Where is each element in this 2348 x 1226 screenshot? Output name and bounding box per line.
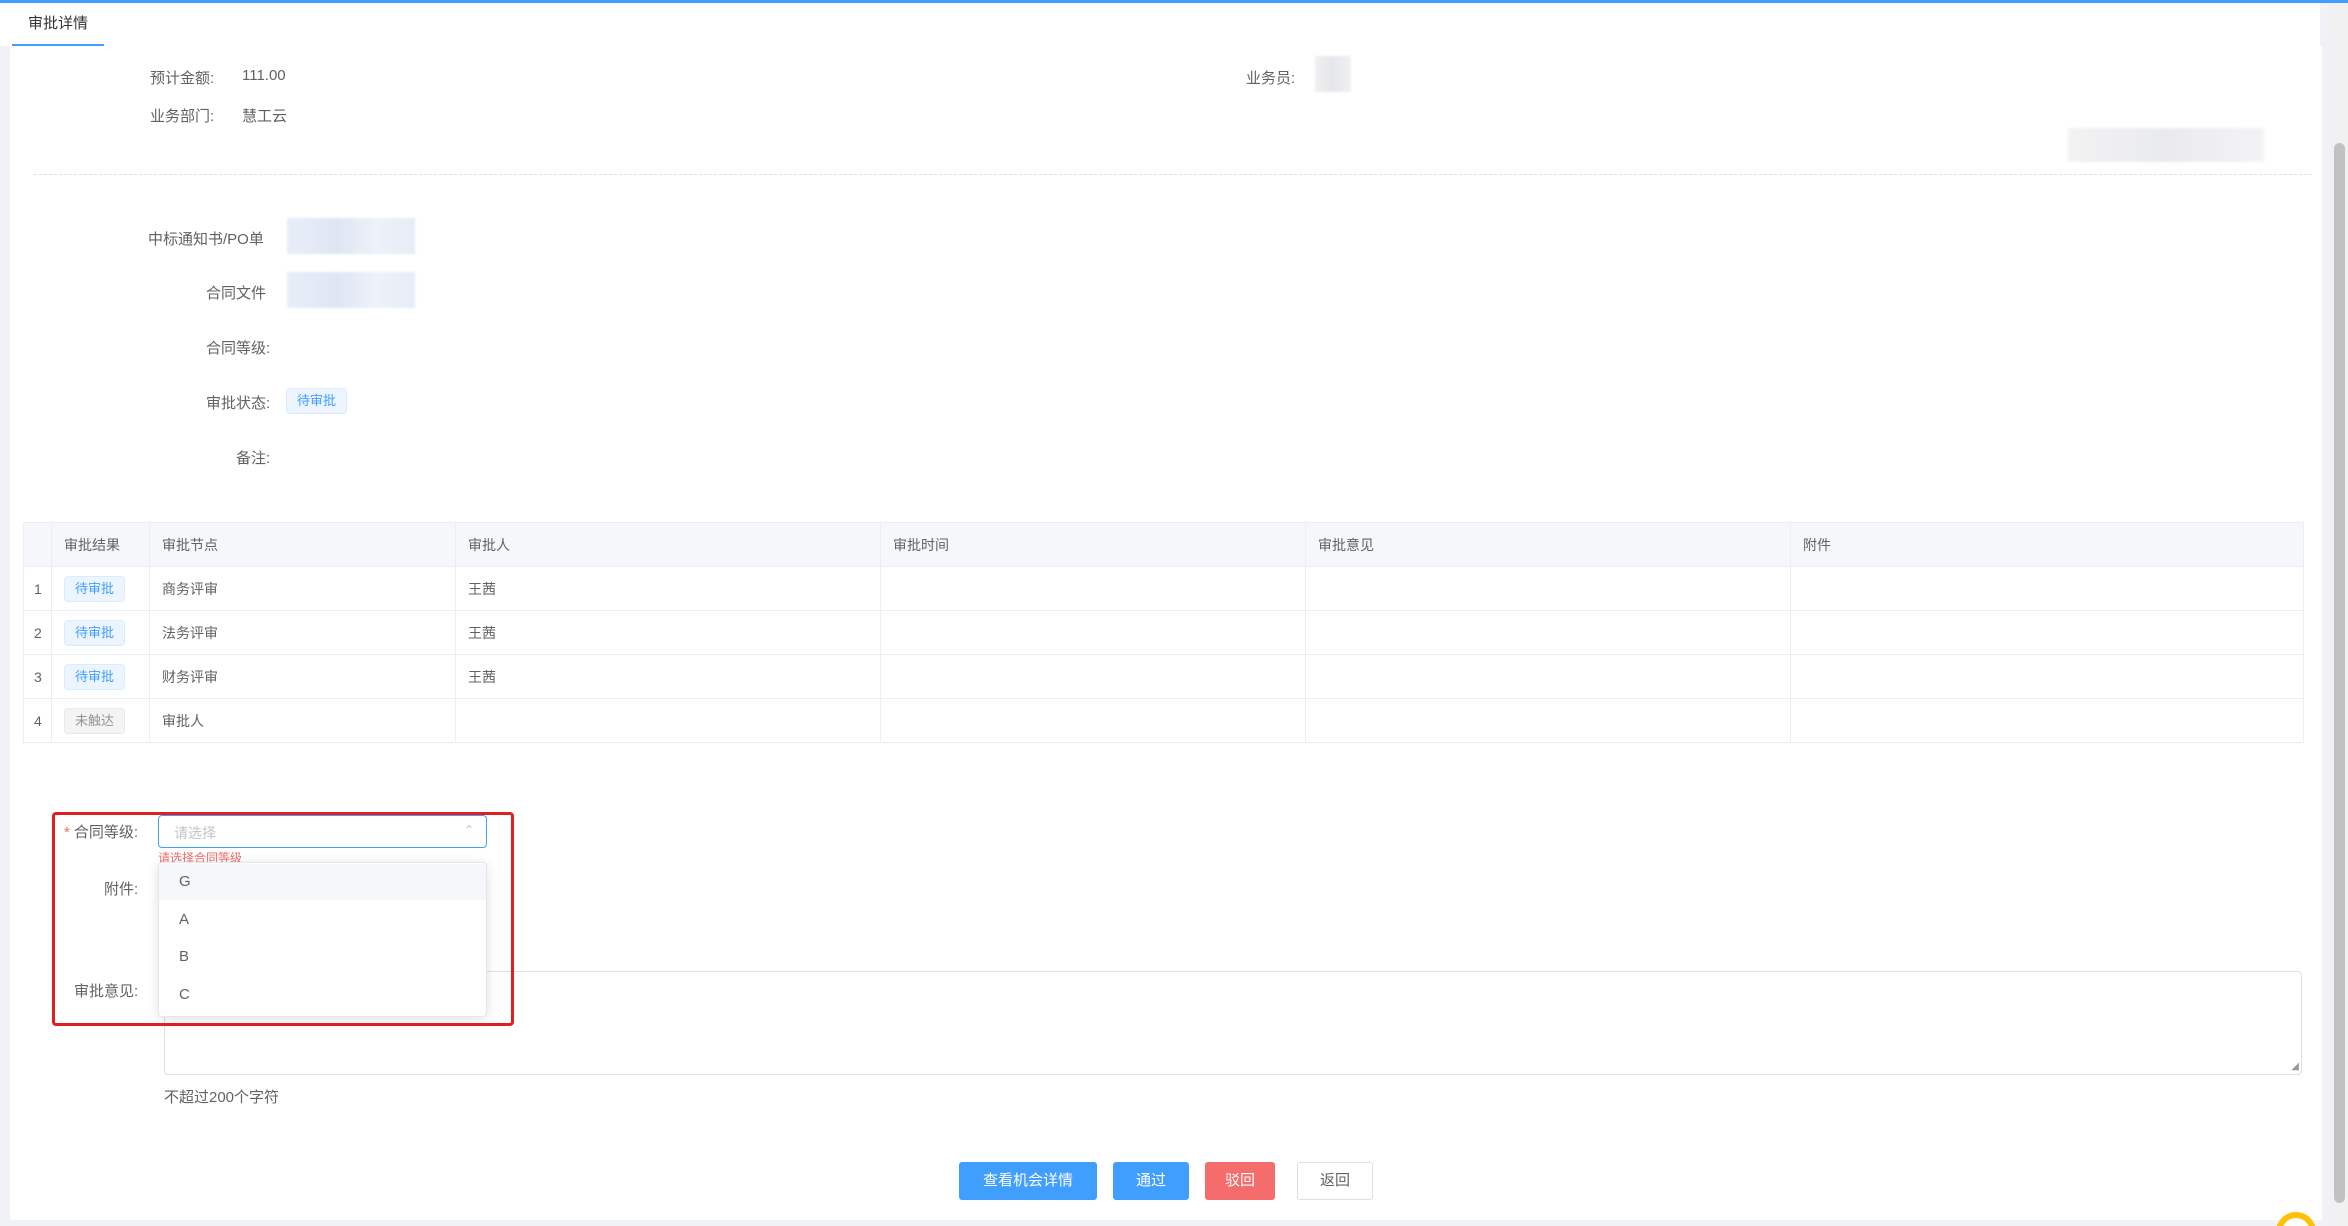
tab-approval-detail[interactable]: 审批详情 <box>12 3 105 46</box>
col-result: 审批结果 <box>51 522 150 567</box>
row-approver <box>455 698 881 743</box>
contract-file-label: 合同文件 <box>206 285 267 302</box>
col-opinion: 审批意见 <box>1305 522 1791 567</box>
row-attachment <box>1790 654 2304 699</box>
row-opinion <box>1305 654 1791 699</box>
approval-status-badge: 待审批 <box>286 388 348 414</box>
row-approver: 王茜 <box>455 566 881 611</box>
table-row: 1 待审批 商务评审 王茜 <box>23 566 2304 611</box>
row-node: 审批人 <box>149 698 456 743</box>
dept-value: 慧工云 <box>242 108 288 125</box>
contract-level-label: 合同等级: <box>206 340 271 357</box>
bid-notice-file-redacted[interactable] <box>287 218 415 254</box>
table-header-row: 审批结果 审批节点 审批人 审批时间 审批意见 附件 <box>23 522 2304 567</box>
row-index: 2 <box>23 610 52 655</box>
col-attachment: 附件 <box>1790 522 2304 567</box>
row-node: 法务评审 <box>149 610 456 655</box>
row-opinion <box>1305 698 1791 743</box>
row-time <box>880 698 1306 743</box>
contract-file-redacted[interactable] <box>287 272 415 308</box>
col-index <box>23 522 52 567</box>
back-button[interactable]: 返回 <box>1297 1162 1373 1200</box>
row-result-cell: 待审批 <box>51 610 150 655</box>
approve-button[interactable]: 通过 <box>1113 1162 1189 1200</box>
highlight-annotation-box <box>52 812 514 1026</box>
col-time: 审批时间 <box>880 522 1306 567</box>
scrollbar-thumb[interactable] <box>2334 143 2345 1203</box>
row-attachment <box>1790 698 2304 743</box>
resize-handle-icon[interactable]: ◢ <box>2291 1061 2299 1072</box>
result-badge: 待审批 <box>64 619 126 646</box>
budget-label: 预计金额: <box>150 70 215 87</box>
row-attachment <box>1790 566 2304 611</box>
row-attachment <box>1790 610 2304 655</box>
row-index: 1 <box>23 566 52 611</box>
bid-notice-label: 中标通知书/PO单 <box>148 231 264 248</box>
view-opportunity-button[interactable]: 查看机会详情 <box>959 1162 1097 1200</box>
salesman-label: 业务员: <box>1246 70 1296 87</box>
result-badge: 待审批 <box>64 663 126 690</box>
result-badge: 未触达 <box>64 707 126 734</box>
row-index: 3 <box>23 654 52 699</box>
row-opinion <box>1305 566 1791 611</box>
tab-bar: 审批详情 <box>0 3 2320 46</box>
remark-label: 备注: <box>236 450 271 467</box>
row-time <box>880 610 1306 655</box>
row-result-cell: 未触达 <box>51 698 150 743</box>
table-row: 4 未触达 审批人 <box>23 698 2304 743</box>
salesman-value-redacted <box>1315 56 1351 92</box>
redacted-info <box>2068 128 2264 162</box>
budget-value: 111.00 <box>242 67 286 84</box>
row-result-cell: 待审批 <box>51 654 150 699</box>
row-time <box>880 566 1306 611</box>
row-node: 财务评审 <box>149 654 456 699</box>
result-badge: 待审批 <box>64 575 126 602</box>
table-row: 3 待审批 财务评审 王茜 <box>23 654 2304 699</box>
row-index: 4 <box>23 698 52 743</box>
page-scrollbar[interactable] <box>2330 3 2348 1226</box>
row-node: 商务评审 <box>149 566 456 611</box>
opinion-hint: 不超过200个字符 <box>164 1089 280 1106</box>
col-approver: 审批人 <box>455 522 881 567</box>
col-node: 审批节点 <box>149 522 456 567</box>
row-result-cell: 待审批 <box>51 566 150 611</box>
approval-status-label: 审批状态: <box>206 395 271 412</box>
row-time <box>880 654 1306 699</box>
dept-label: 业务部门: <box>150 108 215 125</box>
approval-progress-table: 审批结果 审批节点 审批人 审批时间 审批意见 附件 1 待审批 商务评审 王茜… <box>23 522 2304 743</box>
reject-button[interactable]: 驳回 <box>1205 1162 1275 1200</box>
row-opinion <box>1305 610 1791 655</box>
section-divider <box>34 174 2312 175</box>
table-row: 2 待审批 法务评审 王茜 <box>23 610 2304 655</box>
row-approver: 王茜 <box>455 610 881 655</box>
row-approver: 王茜 <box>455 654 881 699</box>
